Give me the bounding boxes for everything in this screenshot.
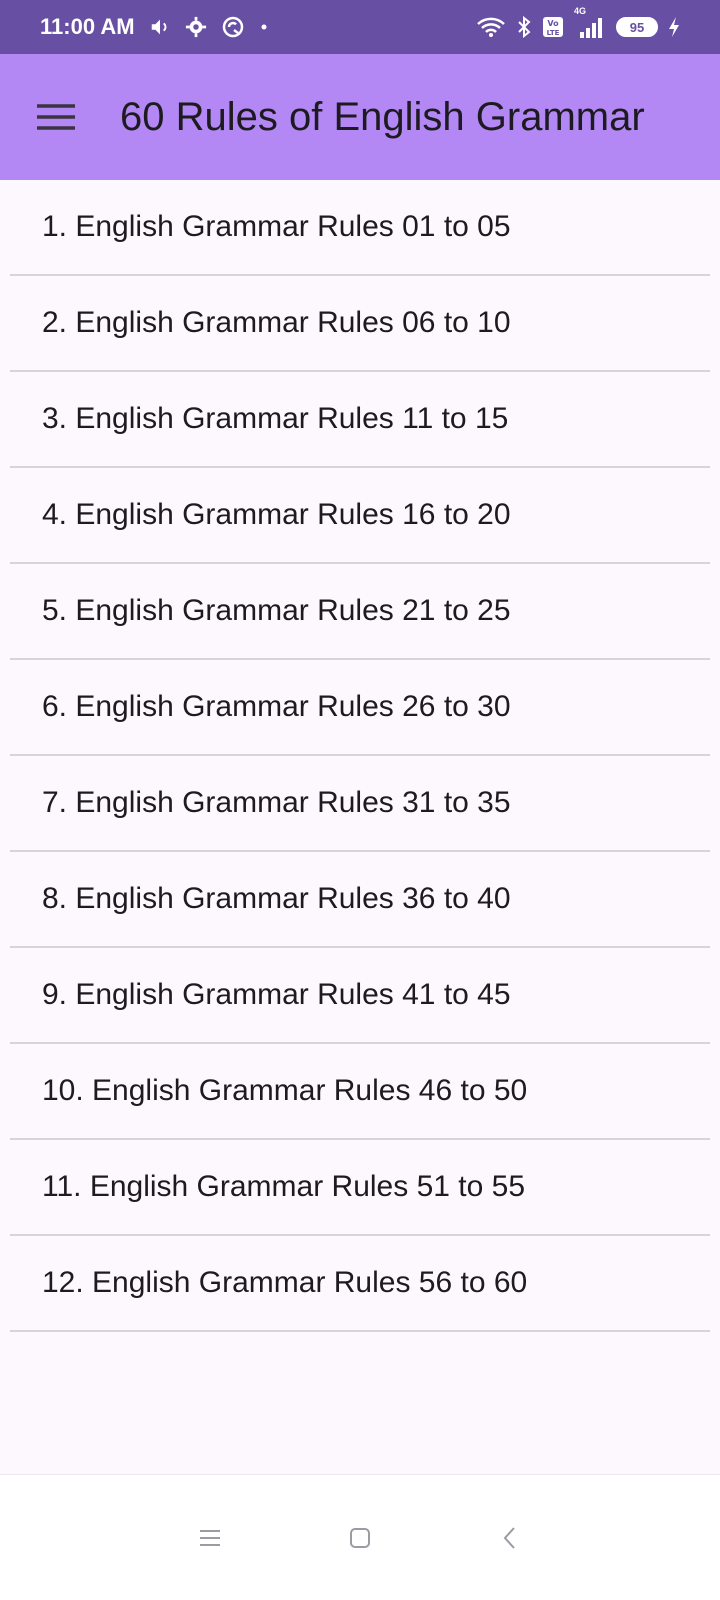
volume-icon (149, 16, 171, 38)
sync-icon (221, 15, 245, 39)
status-bar: 11:00 AM Vo LTE 4G 95 (0, 0, 720, 54)
signal-icon: 4G (574, 6, 606, 38)
list-item-10[interactable]: 10. English Grammar Rules 46 to 50 (10, 1044, 710, 1140)
home-icon[interactable] (340, 1518, 380, 1558)
charging-icon (668, 16, 680, 38)
wifi-icon (476, 16, 506, 38)
hamburger-menu-icon[interactable] (28, 89, 84, 145)
list-item-1[interactable]: 1. English Grammar Rules 01 to 05 (10, 180, 710, 276)
recent-apps-icon[interactable] (190, 1518, 230, 1558)
rules-list: 1. English Grammar Rules 01 to 05 2. Eng… (0, 180, 720, 1332)
list-item-9[interactable]: 9. English Grammar Rules 41 to 45 (10, 948, 710, 1044)
app-bar: 60 Rules of English Grammar (0, 54, 720, 180)
list-item-11[interactable]: 11. English Grammar Rules 51 to 55 (10, 1140, 710, 1236)
page-title: 60 Rules of English Grammar (120, 94, 645, 139)
list-item-3[interactable]: 3. English Grammar Rules 11 to 15 (10, 372, 710, 468)
gear-icon (185, 16, 207, 38)
dot-icon (259, 22, 269, 32)
list-item-6[interactable]: 6. English Grammar Rules 26 to 30 (10, 660, 710, 756)
list-item-4[interactable]: 4. English Grammar Rules 16 to 20 (10, 468, 710, 564)
status-right-group: Vo LTE 4G 95 (476, 6, 680, 38)
status-left-group: 11:00 AM (40, 14, 269, 40)
list-item-7[interactable]: 7. English Grammar Rules 31 to 35 (10, 756, 710, 852)
volte-icon: Vo LTE (542, 16, 564, 38)
back-icon[interactable] (490, 1518, 530, 1558)
list-item-5[interactable]: 5. English Grammar Rules 21 to 25 (10, 564, 710, 660)
list-item-8[interactable]: 8. English Grammar Rules 36 to 40 (10, 852, 710, 948)
list-item-12[interactable]: 12. English Grammar Rules 56 to 60 (10, 1236, 710, 1332)
svg-text:Vo: Vo (547, 19, 559, 28)
network-type-label: 4G (574, 6, 587, 16)
status-time: 11:00 AM (40, 14, 135, 39)
system-nav-bar (0, 1474, 720, 1600)
svg-text:LTE: LTE (547, 29, 560, 37)
battery-icon: 95 (616, 17, 658, 37)
list-item-2[interactable]: 2. English Grammar Rules 06 to 10 (10, 276, 710, 372)
bluetooth-icon (516, 16, 532, 38)
